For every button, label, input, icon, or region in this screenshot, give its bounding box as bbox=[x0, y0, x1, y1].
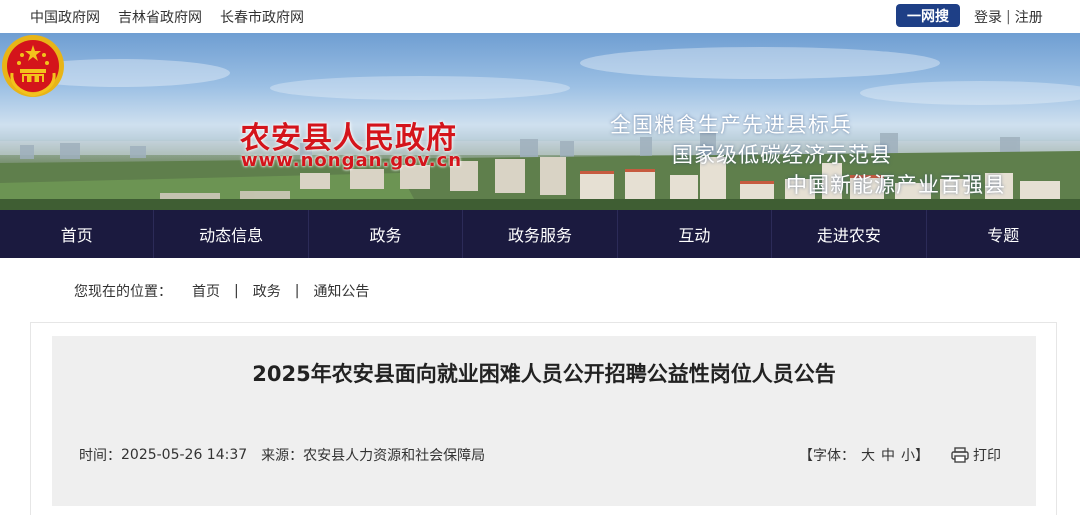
top-bar: 中国政府网 吉林省政府网 长春市政府网 一网搜 登录 | 注册 bbox=[0, 0, 1080, 33]
printer-icon bbox=[951, 447, 969, 463]
font-size-medium-button[interactable]: 中 bbox=[881, 445, 895, 465]
print-label: 打印 bbox=[973, 448, 1001, 464]
header-banner: 农安县人民政府 www.nongan.gov.cn 全国粮食生产先进县标兵 国家… bbox=[0, 33, 1080, 210]
nav-item-services[interactable]: 政务服务 bbox=[463, 210, 618, 258]
national-emblem-icon bbox=[2, 35, 64, 97]
time-label: 时间： bbox=[79, 448, 121, 464]
slogan-2: 国家级低碳经济示范县 bbox=[672, 143, 892, 167]
article-tools: 【字体： 大 中 小 】 打印 bbox=[799, 445, 1001, 465]
article-title: 2025年农安县面向就业困难人员公开招聘公益性岗位人员公告 bbox=[252, 362, 836, 386]
link-china-gov[interactable]: 中国政府网 bbox=[30, 7, 100, 27]
register-link[interactable]: 注册 bbox=[1015, 7, 1043, 27]
source-value: 农安县人力资源和社会保障局 bbox=[303, 448, 486, 464]
breadcrumb-home[interactable]: 首页 bbox=[192, 281, 220, 301]
slogan-1: 全国粮食生产先进县标兵 bbox=[610, 113, 852, 137]
article-meta: 时间： 2025-05-26 14:37 来源： 农安县人力资源和社会保障局 bbox=[79, 445, 485, 465]
font-size-large-button[interactable]: 大 bbox=[861, 445, 875, 465]
breadcrumb: 您现在的位置： 首页 | 政务 | 通知公告 bbox=[74, 281, 369, 301]
breadcrumb-separator: | bbox=[294, 283, 300, 299]
nav-item-interaction[interactable]: 互动 bbox=[618, 210, 773, 258]
font-size-small-button[interactable]: 小 bbox=[901, 445, 915, 465]
top-links: 中国政府网 吉林省政府网 长春市政府网 bbox=[30, 0, 322, 33]
breadcrumb-government-affairs[interactable]: 政务 bbox=[253, 281, 281, 301]
slogan-3: 中国新能源产业百强县 bbox=[786, 173, 1006, 197]
print-button[interactable]: 打印 bbox=[951, 445, 1001, 465]
link-jilin-gov[interactable]: 吉林省政府网 bbox=[118, 7, 202, 27]
nav-item-about-nongan[interactable]: 走进农安 bbox=[772, 210, 927, 258]
breadcrumb-separator: | bbox=[234, 283, 239, 299]
time-value: 2025-05-26 14:37 bbox=[121, 447, 248, 463]
source-label: 来源： bbox=[261, 448, 304, 464]
login-link[interactable]: 登录 bbox=[974, 7, 1002, 27]
nav-item-topics[interactable]: 专题 bbox=[927, 210, 1080, 258]
main-nav: 首页 动态信息 政务 政务服务 互动 走进农安 专题 bbox=[0, 210, 1080, 258]
nav-item-news[interactable]: 动态信息 bbox=[154, 210, 309, 258]
nav-item-home[interactable]: 首页 bbox=[0, 210, 155, 258]
font-size-label: 【字体： bbox=[799, 448, 855, 464]
breadcrumb-lead: 您现在的位置： bbox=[74, 284, 172, 300]
link-changchun-gov[interactable]: 长春市政府网 bbox=[220, 7, 304, 27]
site-url: www.nongan.gov.cn bbox=[241, 150, 463, 171]
auth-links: 登录 | 注册 bbox=[974, 0, 1043, 33]
auth-divider: | bbox=[1006, 8, 1011, 25]
font-size-close: 】 bbox=[915, 448, 929, 464]
breadcrumb-notices[interactable]: 通知公告 bbox=[313, 281, 369, 301]
search-button[interactable]: 一网搜 bbox=[896, 4, 960, 27]
nav-item-government-affairs[interactable]: 政务 bbox=[309, 210, 464, 258]
